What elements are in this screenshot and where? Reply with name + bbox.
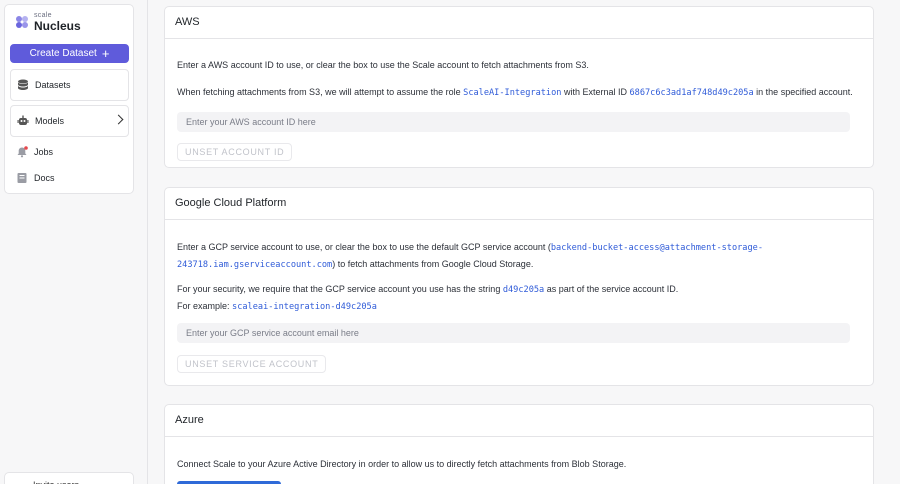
robot-icon xyxy=(17,115,29,127)
chevron-right-icon xyxy=(113,114,124,125)
sidebar-item-jobs[interactable]: Jobs xyxy=(10,141,129,163)
database-icon xyxy=(17,79,29,91)
logo-icon xyxy=(14,14,30,30)
gcp-description: Enter a GCP service account to use, or c… xyxy=(177,242,764,253)
aws-description: Enter a AWS account ID to use, or clear … xyxy=(177,60,589,70)
sidebar-item-label: Models xyxy=(35,116,65,126)
aws-role-name: ScaleAI-Integration xyxy=(463,88,562,98)
gcp-card-title: Google Cloud Platform xyxy=(165,188,873,220)
sidebar: scale Nucleus Create Dataset + Datasets xyxy=(0,0,148,484)
unset-service-account-button[interactable]: UNSET SERVICE ACCOUNT xyxy=(177,355,327,373)
azure-card-title: Azure xyxy=(165,405,873,437)
aws-card-title: AWS xyxy=(165,7,873,39)
azure-description: Connect Scale to your Azure Active Direc… xyxy=(177,459,627,469)
sidebar-item-docs[interactable]: Docs xyxy=(10,167,129,189)
create-dataset-label: Create Dataset xyxy=(29,48,97,59)
gcp-default-service-account: backend-bucket-access@attachment-storage… xyxy=(550,243,764,253)
sidebar-item-label: Jobs xyxy=(34,147,54,157)
book-icon xyxy=(16,172,28,184)
plus-icon: + xyxy=(101,46,110,61)
logo-product: Nucleus xyxy=(34,19,81,33)
unset-account-id-button[interactable]: UNSET ACCOUNT ID xyxy=(177,143,293,161)
bell-icon xyxy=(16,146,28,158)
sidebar-item-models[interactable]: Models xyxy=(10,105,129,137)
create-dataset-button[interactable]: Create Dataset + xyxy=(10,44,129,63)
gcp-card: Google Cloud Platform Enter a GCP servic… xyxy=(164,187,874,386)
aws-account-id-input[interactable] xyxy=(177,112,850,132)
gcp-example: For example: scaleai-integration-d49c205… xyxy=(177,301,377,312)
gcp-service-account-input[interactable] xyxy=(177,323,850,343)
aws-role-description: When fetching attachments from S3, we wi… xyxy=(177,87,853,98)
azure-card: Azure Connect Scale to your Azure Active… xyxy=(164,404,874,484)
sidebar-item-label: Docs xyxy=(34,173,55,183)
invite-users-button[interactable]: Invite users xyxy=(4,472,134,484)
sidebar-item-datasets[interactable]: Datasets xyxy=(10,69,129,101)
logo-brand: scale xyxy=(34,12,52,19)
gcp-example-value: scaleai-integration-d49c205a xyxy=(232,302,377,312)
gcp-description-cont: 243718.iam.gserviceaccount.com) to fetch… xyxy=(177,259,534,270)
gcp-security-note: For your security, we require that the G… xyxy=(177,284,679,295)
sidebar-item-label: Datasets xyxy=(35,80,71,90)
logo[interactable]: scale Nucleus xyxy=(14,12,81,32)
gcp-default-service-account-cont: 243718.iam.gserviceaccount.com xyxy=(177,260,333,270)
gcp-required-string: d49c205a xyxy=(502,285,545,295)
main-content: AWS Enter a AWS account ID to use, or cl… xyxy=(148,0,900,484)
aws-external-id: 6867c6c3ad1af748d49c205a xyxy=(629,88,754,98)
app-root: scale Nucleus Create Dataset + Datasets xyxy=(0,0,900,484)
aws-card: AWS Enter a AWS account ID to use, or cl… xyxy=(164,6,874,168)
